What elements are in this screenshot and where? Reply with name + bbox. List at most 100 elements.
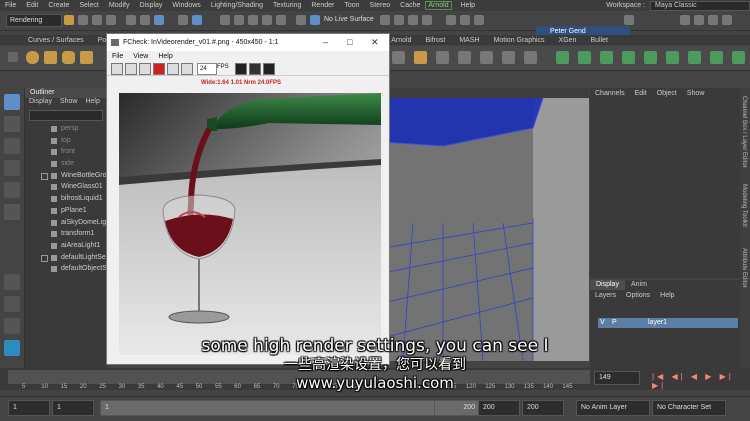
layer-playback-toggle[interactable]: P [612, 318, 617, 328]
shelf-planar-icon[interactable] [666, 51, 679, 64]
make-live-icon[interactable] [310, 15, 320, 25]
outliner-item[interactable]: defaultObjectS [25, 263, 107, 275]
two-panel-layout-icon[interactable] [4, 318, 20, 334]
fcheck-menu-view[interactable]: View [128, 51, 153, 62]
play-back-icon[interactable] [139, 63, 151, 75]
playback-end-field[interactable]: 200 [478, 400, 520, 416]
menu-modify[interactable]: Modify [104, 2, 135, 9]
layer-visibility-toggle[interactable]: V [600, 318, 605, 328]
shelf-bevel-icon[interactable] [458, 51, 471, 64]
shelf-box-icon[interactable] [414, 51, 427, 64]
shelf-tab-curves-surfaces[interactable]: Curves / Surfaces [0, 37, 91, 44]
menu-select[interactable]: Select [74, 2, 103, 9]
shelf-tab-mash[interactable]: MASH [452, 37, 486, 44]
layer-row[interactable]: V P layer1 [598, 318, 738, 328]
tool-settings-icon[interactable] [708, 15, 718, 25]
select-by-type-icon[interactable] [178, 15, 188, 25]
menu-display[interactable]: Display [134, 2, 167, 9]
fcheck-menu-help[interactable]: Help [153, 51, 177, 62]
lasso-tool-icon[interactable] [4, 116, 20, 132]
select-tool-icon[interactable] [4, 94, 20, 110]
shelf-tab-motion-graphics[interactable]: Motion Graphics [487, 37, 552, 44]
scale-tool-icon[interactable] [4, 204, 20, 220]
shelf-spherical-icon[interactable] [710, 51, 723, 64]
menu-create[interactable]: Create [43, 2, 74, 9]
ipr-render-icon[interactable] [394, 15, 404, 25]
save-icon[interactable] [78, 15, 88, 25]
fcheck-window[interactable]: FCheck: InVideorender_v01.#.png - 450x45… [106, 33, 390, 365]
menu-lighting-shading[interactable]: Lighting/Shading [206, 2, 268, 9]
outliner-item[interactable]: pPlane1 [25, 205, 107, 217]
viewport-3d[interactable] [383, 98, 589, 361]
outliner-menu-help[interactable]: Help [81, 98, 103, 108]
menu-render[interactable]: Render [306, 2, 339, 9]
outliner-menu-show[interactable]: Show [56, 98, 82, 108]
render-current-frame-icon[interactable] [380, 15, 390, 25]
alpha-channel-icon[interactable] [249, 63, 261, 75]
paint-select-icon[interactable] [4, 138, 20, 154]
rotate-tool-icon[interactable] [4, 182, 20, 198]
menu-edit[interactable]: Edit [21, 2, 43, 9]
snap-grid-icon[interactable] [220, 15, 230, 25]
lock-selection-icon[interactable] [192, 15, 202, 25]
menu-stereo[interactable]: Stereo [365, 2, 396, 9]
shelf-cone-icon[interactable] [80, 51, 93, 64]
prev-frame-icon[interactable] [125, 63, 137, 75]
redo-icon[interactable] [106, 15, 116, 25]
channels-menu[interactable]: Channels [590, 88, 630, 99]
snap-point-icon[interactable] [248, 15, 258, 25]
outliner-item[interactable]: aiSkyDomeLigh [25, 217, 110, 229]
outliner-item[interactable]: transform1 [25, 228, 107, 240]
menuset-dropdown[interactable]: Rendering [6, 14, 62, 27]
playback-start-field[interactable]: 1 [52, 400, 94, 416]
folder-icon[interactable] [64, 15, 74, 25]
shelf-tab-xgen[interactable]: XGen [552, 37, 584, 44]
layer-tab-display[interactable]: Display [590, 280, 625, 290]
select-component-icon[interactable] [154, 15, 164, 25]
channel-object-menu[interactable]: Object [652, 88, 682, 99]
workspace-dropdown[interactable]: Maya Classic [650, 0, 750, 11]
first-frame-icon[interactable] [111, 63, 123, 75]
snap-surface-icon[interactable] [276, 15, 286, 25]
move-tool-icon[interactable] [4, 160, 20, 176]
stop-icon[interactable] [153, 63, 165, 75]
shelf-sew-icon[interactable] [622, 51, 635, 64]
sidebar-toggle-icon[interactable] [474, 15, 484, 25]
single-perspective-layout-icon[interactable] [4, 274, 20, 290]
shelf-cut-icon[interactable] [644, 51, 657, 64]
shelf-auto-icon[interactable] [732, 51, 745, 64]
menu-file[interactable]: File [0, 2, 21, 9]
outliner-item[interactable]: WineGlass01 [25, 181, 107, 193]
layers-menu[interactable]: Layers [590, 290, 621, 301]
expand-icon[interactable] [41, 172, 48, 180]
menu-cache[interactable]: Cache [395, 2, 425, 9]
menu-windows[interactable]: Windows [167, 2, 205, 9]
next-frame-icon[interactable] [167, 63, 179, 75]
outliner-item[interactable]: side [25, 158, 107, 170]
outliner-item[interactable]: top [25, 135, 107, 147]
menu-help[interactable]: Help [456, 2, 480, 9]
menu-arnold[interactable]: Arnold [425, 1, 452, 10]
attribute-editor-icon[interactable] [694, 15, 704, 25]
layer-tab-anim[interactable]: Anim [625, 280, 653, 290]
shelf-tool-icon[interactable] [392, 51, 405, 64]
shelf-layout-icon[interactable] [600, 51, 613, 64]
animation-start-field[interactable]: 1 [8, 400, 50, 416]
snap-curve-icon[interactable] [234, 15, 244, 25]
animation-end-field[interactable]: 200 [522, 400, 564, 416]
last-frame-icon[interactable] [181, 63, 193, 75]
four-view-layout-icon[interactable] [4, 296, 20, 312]
side-tab-channel-box[interactable]: Channel Box / Layer Editor [741, 96, 747, 168]
layer-options-menu[interactable]: Options [621, 290, 655, 301]
shelf-unfold-icon[interactable] [578, 51, 591, 64]
hypershade-icon[interactable] [422, 15, 432, 25]
help-search-icon[interactable] [624, 15, 634, 25]
outliner-item[interactable]: WineBottleGro [25, 170, 107, 182]
outliner-item[interactable]: defaultLightSe [25, 252, 107, 264]
arnold-render-icon[interactable] [446, 15, 456, 25]
fcheck-titlebar[interactable]: FCheck: InVideorender_v01.#.png - 450x45… [107, 34, 389, 51]
shelf-cylinder-icon[interactable] [62, 51, 75, 64]
shelf-sphere-icon[interactable] [26, 51, 39, 64]
shelf-tab-bifrost[interactable]: Bifrost [419, 37, 453, 44]
history-icon[interactable] [296, 15, 306, 25]
